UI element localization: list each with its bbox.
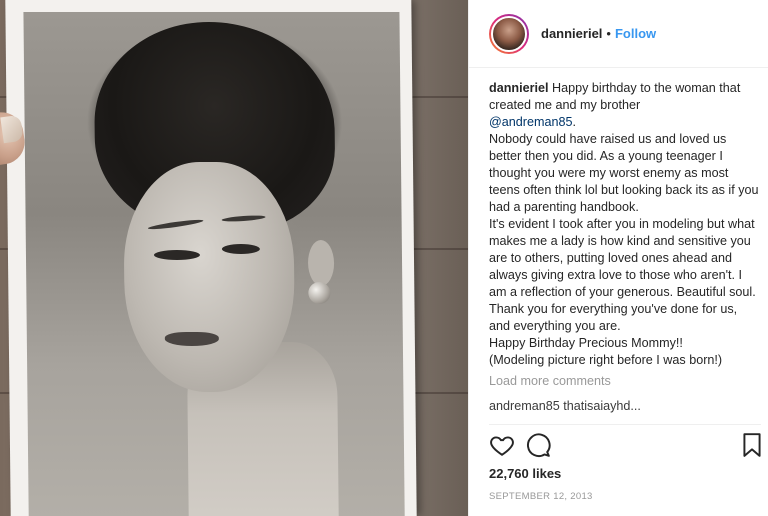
post-sidebar: dannieriel • Follow dannieriel Happy bir… — [468, 0, 768, 516]
heart-icon[interactable] — [489, 432, 515, 458]
caption-text: It's evident I took after you in modelin… — [489, 217, 756, 299]
portrait-lips — [164, 332, 219, 346]
avatar[interactable] — [489, 13, 529, 54]
divider — [489, 424, 761, 425]
portrait-earring — [308, 282, 331, 304]
header-username[interactable]: dannieriel — [541, 26, 602, 41]
portrait-eye — [153, 250, 201, 260]
comment-bubble-icon[interactable] — [525, 432, 551, 458]
portrait-ear — [307, 240, 335, 286]
bookmark-icon[interactable] — [739, 432, 765, 458]
follow-button[interactable]: Follow — [615, 26, 656, 41]
caption-mention[interactable]: @andreman85 — [489, 115, 573, 129]
action-bar — [489, 430, 768, 462]
caption-text: (Modeling picture right before I was bor… — [489, 353, 723, 367]
printed-photo-card — [5, 0, 417, 516]
likes-count[interactable]: 22,760 likes — [489, 466, 561, 481]
portrait-eye — [221, 244, 260, 254]
post-header: dannieriel • Follow — [469, 0, 768, 68]
partial-comment: andreman85 thatisaiayhd... — [489, 399, 641, 413]
caption-text: . — [572, 115, 577, 129]
comments-area: dannieriel Happy birthday to the woman t… — [489, 80, 759, 426]
caption-username[interactable]: dannieriel — [489, 81, 549, 95]
caption-text: Nobody could have raised us and loved us… — [489, 132, 759, 214]
caption-text: Thank you for everything you've done for… — [489, 302, 738, 333]
caption: dannieriel Happy birthday to the woman t… — [489, 80, 759, 369]
separator-dot: • — [606, 26, 611, 41]
post-date[interactable]: SEPTEMBER 12, 2013 — [489, 491, 593, 502]
caption-text: Happy Birthday Precious Mommy!! — [489, 336, 683, 350]
avatar-image — [491, 15, 527, 52]
load-more-comments-link[interactable]: Load more comments — [489, 373, 759, 390]
portrait-face — [122, 162, 296, 392]
black-white-portrait — [23, 12, 405, 516]
post-image[interactable] — [0, 0, 468, 516]
